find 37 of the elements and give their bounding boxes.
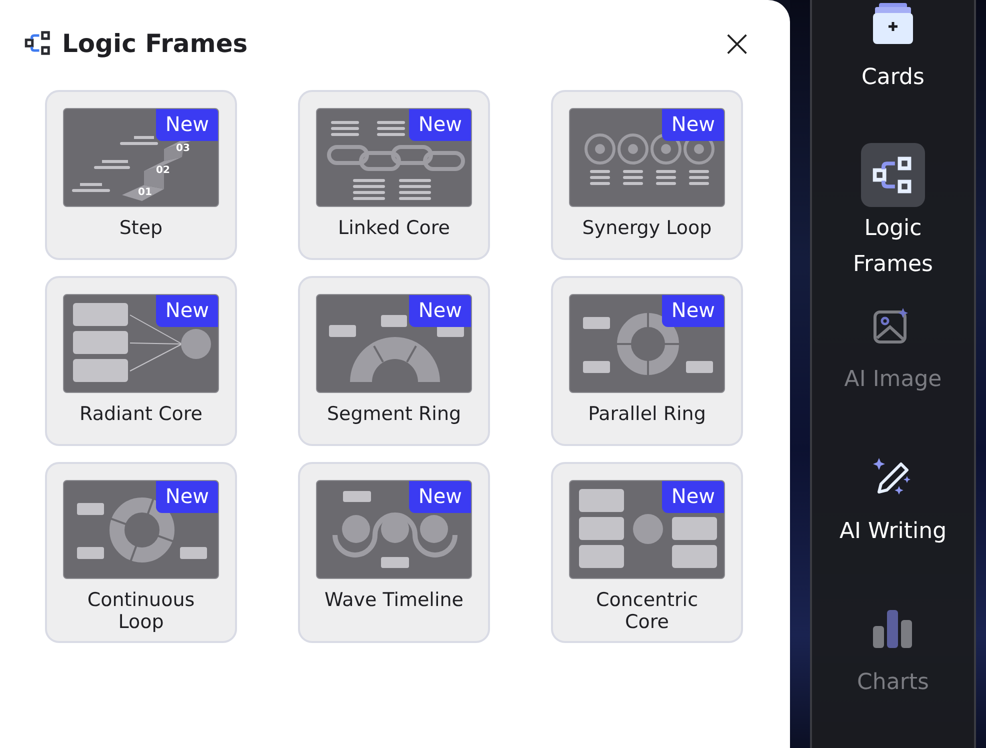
frame-card[interactable]: New Linked Core: [298, 90, 490, 260]
new-badge: New: [662, 481, 724, 513]
step-number: 02: [156, 165, 170, 176]
panel-title: Logic Frames: [62, 28, 249, 58]
step-number: 01: [138, 187, 152, 198]
bar-chart-icon: [872, 608, 914, 650]
frame-card[interactable]: New Wave Timeline: [298, 462, 490, 643]
frame-card[interactable]: 01 02 03 New Step: [45, 90, 237, 260]
new-badge: New: [156, 481, 218, 513]
frame-label: Step: [119, 217, 163, 239]
new-badge: New: [662, 109, 724, 141]
new-badge: New: [409, 481, 471, 513]
frame-label: Wave Timeline: [324, 589, 464, 611]
frame-label: Linked Core: [338, 217, 450, 239]
step-number: 03: [176, 143, 190, 154]
new-badge: New: [409, 295, 471, 327]
frame-label: Concentric Core: [594, 589, 700, 633]
frame-label: Parallel Ring: [588, 403, 706, 425]
frame-card[interactable]: New Radiant Core: [45, 276, 237, 446]
new-badge: New: [156, 295, 218, 327]
frame-label: Continuous Loop: [86, 589, 196, 633]
frame-card[interactable]: New Concentric Core: [551, 462, 743, 643]
new-badge: New: [156, 109, 218, 141]
close-button[interactable]: ×: [720, 26, 754, 60]
frame-card[interactable]: New Synergy Loop: [551, 90, 743, 260]
sidebar-item[interactable]: Logic Frames: [828, 143, 958, 294]
new-badge: New: [662, 295, 724, 327]
new-badge: New: [409, 109, 471, 141]
frame-card[interactable]: New Continuous Loop: [45, 462, 237, 643]
frame-card[interactable]: New Segment Ring: [298, 276, 490, 446]
frame-label: Radiant Core: [80, 403, 202, 425]
logic-frames-icon: [23, 28, 53, 58]
sidebar-item[interactable]: Cards: [861, 0, 925, 144]
frame-label: Synergy Loop: [582, 217, 712, 239]
frame-card[interactable]: New Parallel Ring: [551, 276, 743, 446]
sidebar-item[interactable]: AI Writing: [839, 446, 947, 597]
frame-label: Segment Ring: [326, 403, 462, 425]
